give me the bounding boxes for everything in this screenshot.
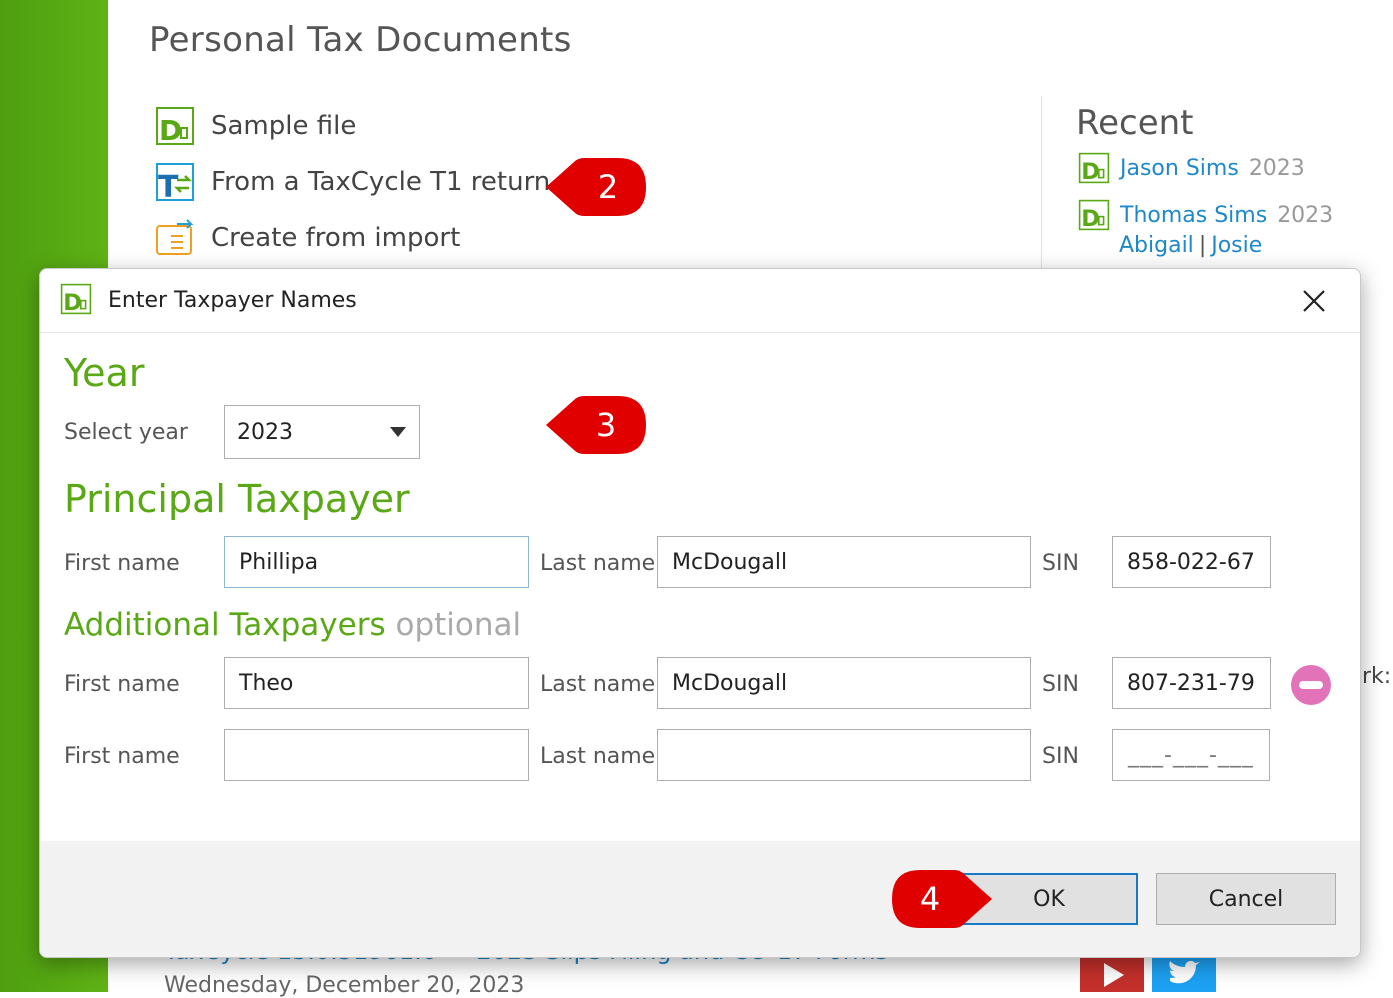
last-name-label: Last name — [540, 672, 656, 697]
year-section-heading: Year — [64, 351, 145, 395]
sin-label: SIN — [1042, 672, 1079, 697]
principal-first-name-input[interactable] — [224, 536, 529, 588]
last-name-label: Last name — [540, 551, 656, 576]
dialog-footer: OK Cancel — [40, 841, 1360, 957]
cancel-button[interactable]: Cancel — [1156, 873, 1336, 925]
step-4-callout: 4 — [892, 870, 992, 928]
partial-label: rk: — [1362, 664, 1392, 689]
step-4-number: 4 — [920, 880, 940, 918]
svg-text:T: T — [158, 170, 179, 202]
step-3-callout: 3 — [546, 396, 646, 454]
vertical-divider — [1041, 96, 1042, 271]
doc-d-icon: D — [156, 107, 194, 146]
from-t1-option[interactable]: T From a TaxCycle T1 return — [155, 160, 550, 204]
svg-text:D: D — [63, 290, 82, 315]
page-title: Personal Tax Documents — [149, 20, 572, 60]
sample-file-option[interactable]: D Sample file — [155, 104, 356, 148]
enter-taxpayer-names-dialog: D Enter Taxpayer Names Year Select year … — [39, 268, 1361, 958]
doc-d-icon: D — [1078, 199, 1110, 231]
from-t1-label: From a TaxCycle T1 return — [211, 167, 551, 197]
additional-last-name-input[interactable] — [657, 657, 1031, 709]
sin-label: SIN — [1042, 551, 1079, 576]
doc-d-icon: D — [1078, 152, 1110, 184]
create-from-import-option[interactable]: Create from import — [155, 216, 460, 260]
recent-family-links: Abigail | Josie — [1119, 233, 1262, 258]
principal-last-name-input[interactable] — [657, 536, 1031, 588]
close-button[interactable] — [1296, 283, 1332, 319]
step-3-number: 3 — [596, 406, 616, 444]
select-year-label: Select year — [64, 420, 188, 445]
first-name-label: First name — [64, 744, 180, 769]
year-select[interactable]: 2023 — [224, 405, 420, 459]
news-date: Wednesday, December 20, 2023 — [164, 973, 525, 998]
minus-icon — [1299, 681, 1323, 689]
recent-item[interactable]: D Jason Sims 2023 — [1078, 152, 1305, 184]
sample-file-label: Sample file — [211, 111, 357, 141]
recent-name[interactable]: Thomas Sims — [1120, 203, 1267, 228]
year-select-value: 2023 — [237, 419, 293, 445]
last-name-label: Last name — [540, 744, 656, 769]
close-icon — [1303, 290, 1325, 312]
principal-section-heading: Principal Taxpayer — [64, 477, 410, 521]
step-2-callout: 2 — [546, 158, 646, 216]
svg-text:D: D — [159, 114, 182, 146]
title-separator — [40, 332, 1360, 333]
first-name-label: First name — [64, 551, 180, 576]
import-icon — [156, 219, 194, 255]
svg-text:D: D — [1081, 159, 1100, 184]
additional-sin-input[interactable] — [1112, 657, 1271, 709]
recent-name[interactable]: Jason Sims — [1120, 156, 1239, 181]
optional-hint: optional — [395, 607, 522, 643]
recent-item[interactable]: D Thomas Sims 2023 — [1078, 199, 1333, 231]
additional-section-title: Additional Taxpayers — [64, 607, 386, 643]
step-2-number: 2 — [598, 168, 618, 206]
recent-year: 2023 — [1277, 202, 1334, 228]
doc-d-icon: D — [60, 283, 92, 315]
svg-text:D: D — [1081, 206, 1100, 231]
principal-sin-input[interactable] — [1112, 536, 1271, 588]
dialog-title: Enter Taxpayer Names — [108, 288, 357, 313]
first-name-label: First name — [64, 672, 180, 697]
sin-label: SIN — [1042, 744, 1079, 769]
create-from-import-label: Create from import — [211, 223, 461, 253]
recent-family-link[interactable]: Josie — [1211, 233, 1262, 258]
recent-year: 2023 — [1248, 155, 1305, 181]
link-separator: | — [1198, 233, 1207, 258]
remove-taxpayer-button[interactable] — [1291, 665, 1331, 705]
t1-convert-icon: T — [156, 163, 194, 202]
additional-section-heading: Additional Taxpayers optional — [64, 607, 521, 643]
recent-title: Recent — [1076, 103, 1194, 143]
youtube-icon[interactable] — [1080, 955, 1144, 992]
additional-first-name-input-empty[interactable] — [224, 729, 529, 781]
recent-family-link[interactable]: Abigail — [1119, 233, 1194, 258]
additional-first-name-input[interactable] — [224, 657, 529, 709]
additional-last-name-input-empty[interactable] — [657, 729, 1031, 781]
twitter-icon[interactable] — [1152, 955, 1216, 992]
additional-sin-input-empty[interactable]: ___-___-___ — [1112, 729, 1270, 781]
dropdown-arrow-icon — [390, 427, 406, 437]
